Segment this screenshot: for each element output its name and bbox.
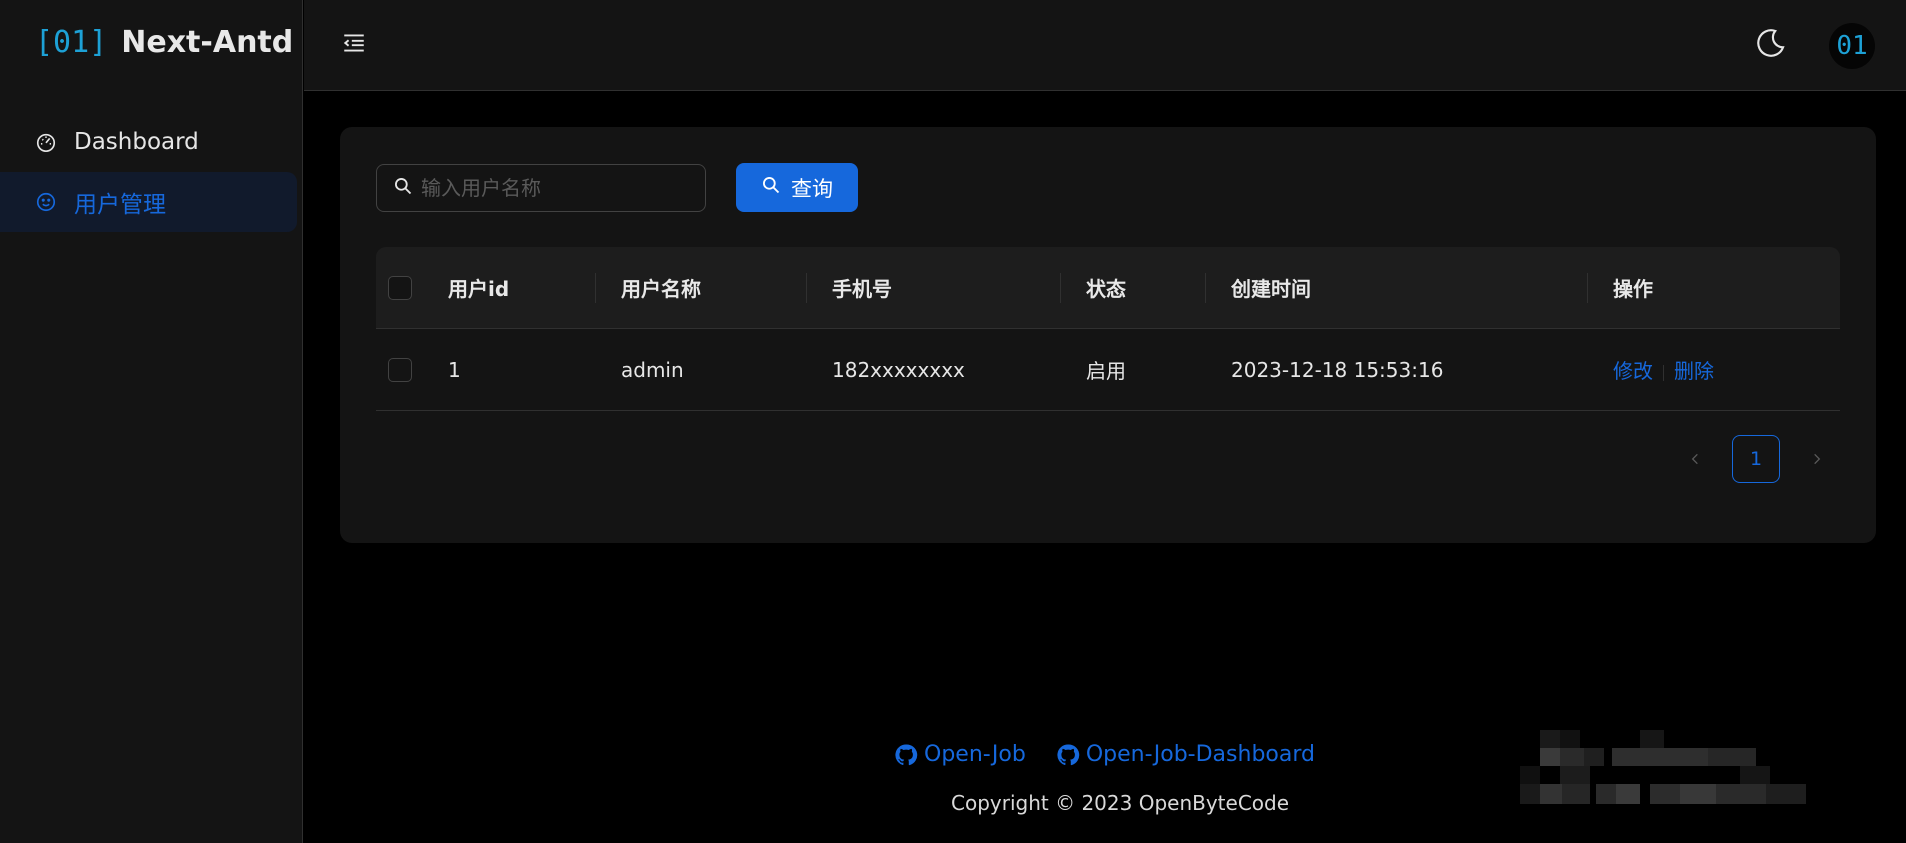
top-header: 01 <box>304 0 1906 91</box>
logo[interactable]: [01] Next-Antd <box>35 22 293 62</box>
avatar[interactable]: 01 <box>1829 23 1875 69</box>
cell-id: 1 <box>448 357 461 382</box>
sidebar-item-label: Dashboard <box>74 129 199 155</box>
column-header-name[interactable]: 用户名称 <box>621 273 701 302</box>
select-all-checkbox[interactable] <box>388 275 412 300</box>
menu-fold-icon[interactable] <box>341 30 369 58</box>
column-divider <box>1205 273 1206 303</box>
cell-name: admin <box>621 357 684 382</box>
table-header: 用户id 用户名称 手机号 状态 创建时间 操作 <box>376 247 1840 329</box>
search-field[interactable] <box>376 164 706 212</box>
chevron-right-icon <box>1814 453 1821 465</box>
footer-link-label: Open-Job-Dashboard <box>1085 742 1315 767</box>
column-header-actions: 操作 <box>1613 277 1653 301</box>
column-divider <box>1587 273 1588 303</box>
sidebar-item-user-management[interactable]: 用户管理 <box>0 172 297 232</box>
cell-phone: 182xxxxxxxx <box>832 357 965 382</box>
cell-created: 2023-12-18 15:53:16 <box>1231 357 1444 382</box>
column-divider <box>1060 273 1061 303</box>
search-icon <box>761 175 781 200</box>
chevron-left-icon <box>1691 453 1698 465</box>
github-icon <box>895 743 918 765</box>
column-header-status[interactable]: 状态 <box>1086 273 1126 302</box>
user-list-card: 查询 用户id 用户名称 手机号 状态 创建时间 操作 1 admin 182x… <box>340 127 1876 543</box>
logo-text: Next-Antd <box>121 24 294 60</box>
column-header-phone[interactable]: 手机号 <box>832 273 892 302</box>
edit-link[interactable]: 修改 <box>1613 359 1653 383</box>
footer-link-label: Open-Job <box>924 742 1026 767</box>
smile-icon <box>34 190 58 214</box>
dashboard-icon <box>34 130 58 154</box>
action-divider <box>1663 364 1664 381</box>
sidebar-item-label: 用户管理 <box>74 192 166 218</box>
prev-page-button[interactable] <box>1672 435 1718 483</box>
search-input[interactable] <box>421 165 705 211</box>
query-button-label: 查询 <box>791 176 833 201</box>
footer-link-open-job[interactable]: Open-Job <box>894 742 1026 767</box>
sidebar: [01] Next-Antd Dashboard 用户管理 <box>0 0 303 843</box>
cell-status: 启用 <box>1086 359 1126 383</box>
footer-link-open-job-dashboard[interactable]: Open-Job-Dashboard <box>1056 742 1315 767</box>
search-icon <box>393 176 413 200</box>
pagination: 1 <box>1672 435 1840 483</box>
footer-links: Open-Job Open-Job-Dashboard <box>894 742 1315 767</box>
github-icon <box>1057 743 1080 765</box>
copyright-text: Copyright © 2023 OpenByteCode <box>951 791 1290 815</box>
sidebar-menu: Dashboard 用户管理 <box>0 112 303 232</box>
moon-icon[interactable] <box>1754 26 1788 60</box>
page-1-button[interactable]: 1 <box>1732 435 1780 483</box>
user-table: 用户id 用户名称 手机号 状态 创建时间 操作 1 admin 182xxxx… <box>376 247 1840 411</box>
cell-actions: 修改 删除 <box>1613 355 1714 384</box>
pixelated-overlay <box>1520 730 1806 804</box>
delete-link[interactable]: 删除 <box>1674 359 1714 383</box>
column-header-id[interactable]: 用户id <box>448 273 509 302</box>
column-header-created[interactable]: 创建时间 <box>1231 273 1311 302</box>
logo-mark: [01] <box>35 24 108 60</box>
row-checkbox[interactable] <box>388 357 412 382</box>
table-row: 1 admin 182xxxxxxxx 启用 2023-12-18 15:53:… <box>376 329 1840 411</box>
column-divider <box>806 273 807 303</box>
query-button[interactable]: 查询 <box>736 163 858 212</box>
column-divider <box>595 273 596 303</box>
next-page-button[interactable] <box>1794 435 1840 483</box>
sidebar-item-dashboard[interactable]: Dashboard <box>0 112 303 172</box>
